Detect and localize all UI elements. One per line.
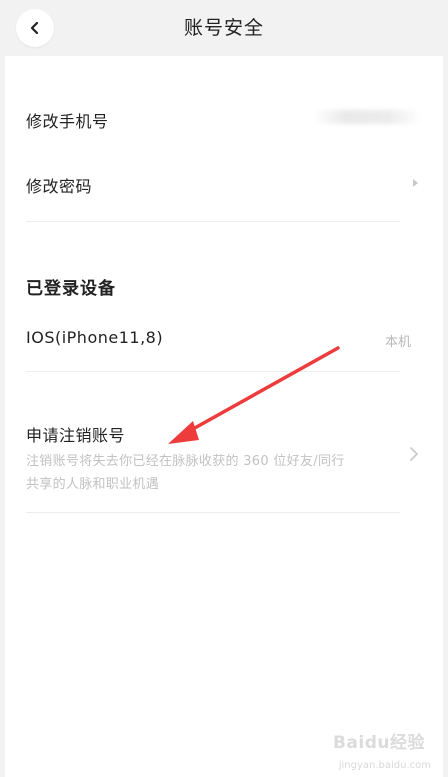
annotation-arrow <box>168 346 340 444</box>
